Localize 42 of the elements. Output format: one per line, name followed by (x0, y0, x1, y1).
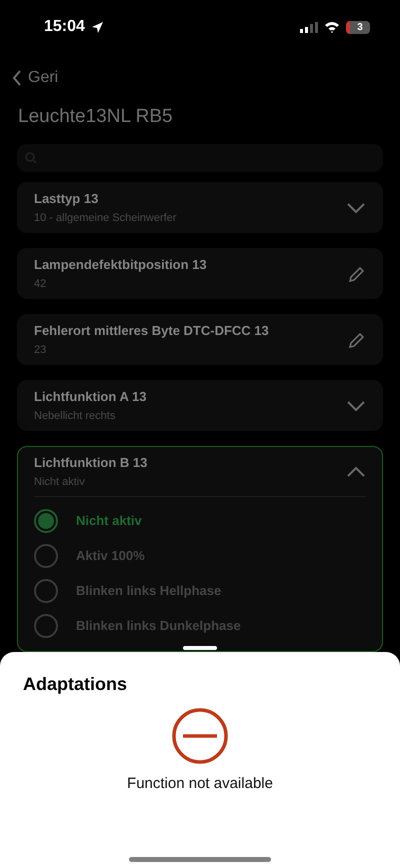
sheet-grabber[interactable] (183, 646, 217, 650)
option-label: Aktiv 100% (76, 548, 145, 563)
signal-icon (300, 22, 318, 32)
parameter-name: Fehlerort mittleres Byte DTC-DFCC 13 (34, 323, 269, 338)
option-label: Blinken links Hellphase (76, 583, 222, 598)
battery-level: 3 (346, 20, 370, 34)
parameter-value: 10 - allgemeine Scheinwerfer (34, 212, 176, 224)
option-label: Nicht aktiv (76, 513, 142, 528)
parameter-value: 42 (34, 278, 48, 290)
radio-button[interactable] (34, 578, 58, 602)
page-title: Leuchte13NL RB5 (18, 106, 174, 128)
chevron-down-icon[interactable] (346, 400, 366, 412)
option-label: Blinken links Dunkelphase (76, 618, 241, 633)
parameter-name: Lampendefektbitposition 13 (34, 257, 207, 272)
radio-button[interactable] (34, 544, 58, 568)
sheet-title: Adaptations (23, 674, 128, 695)
parameter-value: Nebellicht rechts (34, 410, 116, 422)
parameter-value: 23 (34, 344, 48, 356)
search-field[interactable] (17, 144, 383, 172)
parameter-card[interactable]: Lichtfunktion B 13 Nicht aktiv Nicht aktiv Aktiv 100% Blinken links Hellphase Blinken links Dunkelphase (17, 446, 383, 652)
clock-time: 15:04 (44, 18, 85, 36)
parameter-card[interactable]: Lichtfunktion A 13 Nebellicht rechts (17, 380, 383, 431)
parameter-value: Nicht aktiv (34, 476, 86, 488)
chevron-down-icon[interactable] (346, 202, 366, 214)
wifi-icon (324, 21, 340, 33)
radio-button[interactable] (34, 508, 58, 532)
back-chevron-icon[interactable] (12, 70, 22, 86)
status-message: Function not available (127, 775, 273, 792)
parameter-card[interactable]: Fehlerort mittleres Byte DTC-DFCC 13 23 (17, 314, 383, 365)
parameter-name: Lichtfunktion B 13 (34, 455, 148, 470)
chevron-up-icon[interactable] (346, 466, 366, 478)
location-arrow-icon (90, 20, 104, 34)
parameter-card[interactable]: Lampendefektbitposition 13 42 (17, 248, 383, 299)
unavailable-icon (171, 707, 229, 765)
radio-button[interactable] (34, 614, 58, 638)
pencil-icon[interactable] (348, 264, 366, 282)
parameter-name: Lasttyp 13 (34, 191, 100, 206)
parameter-card[interactable]: Lasttyp 13 10 - allgemeine Scheinwerfer (17, 182, 383, 233)
pencil-icon[interactable] (348, 330, 366, 348)
parameter-name: Lichtfunktion A 13 (34, 389, 146, 404)
option-row[interactable]: Nicht aktiv (34, 503, 366, 538)
back-link[interactable]: Geri (28, 69, 58, 87)
